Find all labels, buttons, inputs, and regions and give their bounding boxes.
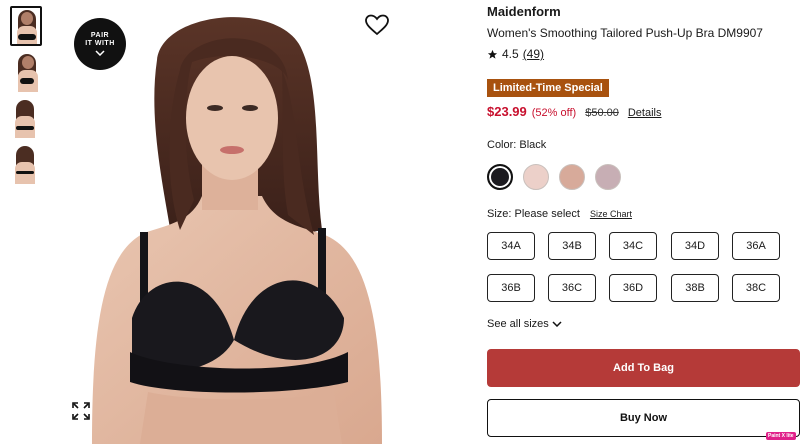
rating-value: 4.5 bbox=[502, 47, 519, 61]
thumb-face bbox=[22, 56, 34, 69]
brand-name[interactable]: Maidenform bbox=[487, 4, 561, 19]
thumbnail-strip bbox=[10, 6, 44, 190]
discount-percent: (52% off) bbox=[531, 107, 577, 119]
paint-tag: Paint X lite bbox=[766, 432, 796, 440]
thumbnail-3[interactable] bbox=[10, 98, 42, 138]
pair-it-with-button[interactable]: PAIR IT WITH bbox=[74, 18, 126, 70]
swatch-nude[interactable] bbox=[559, 164, 585, 190]
price-row: $23.99 (52% off) $50.00 Details bbox=[487, 104, 661, 119]
size-option[interactable]: 36D bbox=[609, 274, 657, 302]
chevron-down-icon bbox=[552, 321, 562, 327]
expand-icon[interactable] bbox=[72, 402, 90, 420]
swatch-mauve[interactable] bbox=[595, 164, 621, 190]
size-label-row: Size: Please select Size Chart bbox=[487, 208, 632, 220]
size-option[interactable]: 36C bbox=[548, 274, 596, 302]
color-swatches bbox=[487, 164, 621, 190]
pair-badge-line1: PAIR bbox=[90, 32, 110, 39]
rating-count[interactable]: (49) bbox=[523, 47, 544, 61]
thumb-face bbox=[21, 12, 33, 25]
size-chart-link[interactable]: Size Chart bbox=[590, 209, 632, 219]
color-label: Color: Black bbox=[487, 139, 547, 151]
size-option[interactable]: 34D bbox=[671, 232, 719, 260]
thumb-bra bbox=[18, 34, 36, 40]
chevron-down-icon bbox=[95, 50, 105, 56]
thumb-bra bbox=[20, 78, 34, 84]
buy-now-button[interactable]: Buy Now bbox=[487, 399, 800, 437]
thumbnail-4[interactable] bbox=[10, 144, 42, 184]
swatch-blush[interactable] bbox=[523, 164, 549, 190]
thumb-bra bbox=[16, 171, 34, 174]
thumbnail-2[interactable] bbox=[10, 52, 42, 92]
size-option[interactable]: 36B bbox=[487, 274, 535, 302]
thumbnail-1[interactable] bbox=[10, 6, 42, 46]
size-option[interactable]: 36A bbox=[732, 232, 780, 260]
add-to-bag-button[interactable]: Add To Bag bbox=[487, 349, 800, 387]
size-option[interactable]: 34C bbox=[609, 232, 657, 260]
star-icon bbox=[487, 49, 498, 59]
see-all-sizes-label: See all sizes bbox=[487, 318, 549, 330]
heart-icon[interactable] bbox=[365, 14, 389, 36]
details-link[interactable]: Details bbox=[628, 107, 662, 119]
swatch-black[interactable] bbox=[487, 164, 513, 190]
size-label: Size: Please select bbox=[487, 208, 580, 220]
original-price: $50.00 bbox=[585, 107, 619, 119]
product-title: Women's Smoothing Tailored Push-Up Bra D… bbox=[487, 26, 763, 40]
pair-badge-line2: IT WITH bbox=[85, 40, 115, 47]
size-option[interactable]: 38B bbox=[671, 274, 719, 302]
size-option[interactable]: 34A bbox=[487, 232, 535, 260]
sale-price: $23.99 bbox=[487, 104, 527, 119]
size-option[interactable]: 34B bbox=[548, 232, 596, 260]
see-all-sizes[interactable]: See all sizes bbox=[487, 318, 562, 330]
rating[interactable]: 4.5 (49) bbox=[487, 47, 544, 61]
thumb-bra bbox=[16, 126, 34, 130]
promo-badge: Limited-Time Special bbox=[487, 79, 609, 97]
size-option[interactable]: 38C bbox=[732, 274, 780, 302]
